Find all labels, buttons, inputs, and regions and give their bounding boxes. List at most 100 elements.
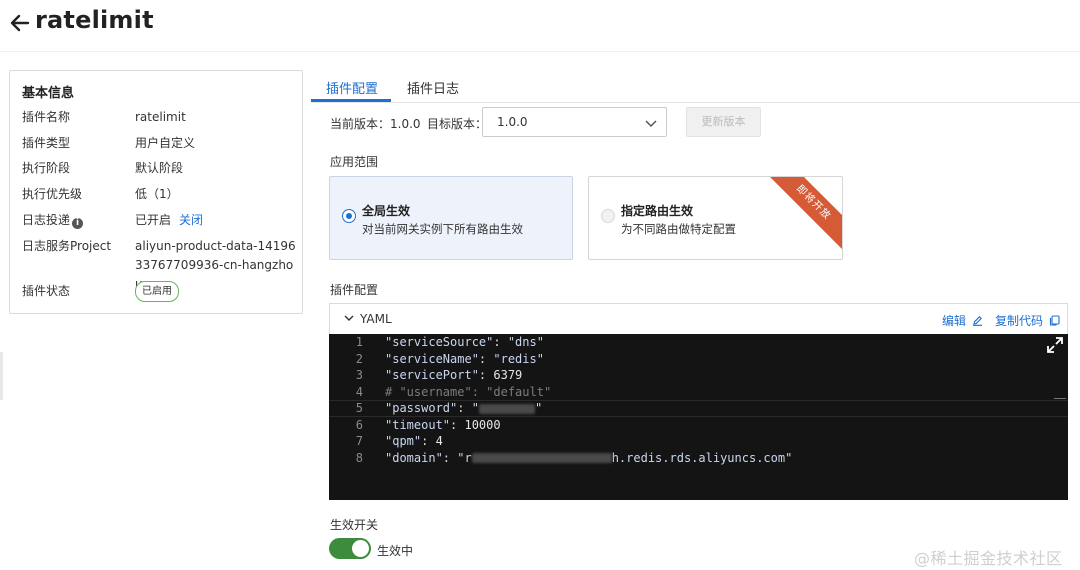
status-badge: 已启用 — [135, 281, 179, 302]
chevron-down-icon — [645, 120, 657, 128]
yaml-key: "timeout" — [385, 417, 451, 432]
line-number: 4 — [355, 384, 363, 399]
copy-icon — [1049, 315, 1060, 326]
info-label: 执行优先级 — [22, 187, 83, 201]
line-number: 7 — [355, 434, 363, 448]
code-line: 8 "domain": "r h.redis.rds.aliyuncs.com" — [329, 450, 1068, 467]
info-label-text: 日志投递 — [22, 213, 71, 227]
yaml-value: " — [471, 401, 479, 415]
line-number: 5 — [355, 401, 363, 415]
code-line: 7 "qpm": 4 — [329, 433, 1068, 450]
line-content: "serviceSource": "dns" — [385, 335, 544, 349]
scope-option-global[interactable]: 全局生效 对当前网关实例下所有路由生效 — [329, 176, 573, 260]
yaml-key: "serviceSource" — [385, 335, 494, 349]
line-content: "serviceName": "redis" — [385, 351, 544, 366]
line-number: 3 — [355, 368, 363, 382]
code-line: 5 "password": " " — [329, 400, 1068, 417]
tab-plugin-logs[interactable]: 插件日志 — [407, 78, 459, 97]
target-version-value: 1.0.0 — [497, 115, 528, 129]
code-line: 2 "serviceName": "redis" — [329, 351, 1068, 368]
tab-bar: 插件配置 插件日志 — [311, 70, 1080, 103]
code-line: 4 # "username": "default" — [329, 384, 1068, 401]
page-title: ratelimit — [35, 6, 154, 34]
info-label: 插件名称 — [22, 110, 71, 124]
yaml-value-tail: h.redis.rds.aliyuncs.com" — [611, 450, 793, 465]
line-content: "timeout": 10000 — [385, 417, 501, 432]
effect-toggle-switch[interactable] — [329, 538, 371, 559]
code-language-toggle[interactable]: YAML — [344, 312, 392, 326]
chevron-down-icon — [344, 315, 354, 321]
watermark: @稀土掘金技术社区 — [914, 549, 1063, 568]
info-value: ratelimit — [135, 110, 186, 124]
copy-label: 复制代码 — [995, 314, 1044, 328]
page-header: ratelimit — [0, 0, 1080, 52]
close-log-delivery-link[interactable]: 关闭 — [179, 213, 203, 227]
scope-option-route[interactable]: 指定路由生效 为不同路由做特定配置 即将开放 — [588, 176, 843, 260]
radio-route[interactable] — [601, 209, 615, 223]
line-number: 8 — [355, 450, 363, 465]
current-version-label: 当前版本：1.0.0 — [330, 117, 421, 131]
basic-info-title: 基本信息 — [22, 86, 75, 101]
line-number: 1 — [355, 335, 363, 349]
yaml-key: "serviceName" — [385, 351, 479, 366]
info-label: 插件状态 — [22, 284, 71, 298]
fullscreen-icon[interactable] — [1046, 336, 1064, 354]
coming-soon-ribbon: 即将开放 — [765, 177, 842, 251]
scope-option-title: 全局生效 — [362, 204, 411, 218]
back-arrow-icon[interactable] — [8, 11, 32, 35]
yaml-value: 6379 — [493, 368, 523, 382]
target-version-select[interactable]: 1.0.0 — [482, 107, 667, 137]
left-edge-handle — [0, 352, 3, 400]
scope-option-desc: 对当前网关实例下所有路由生效 — [362, 222, 523, 236]
yaml-key: "password" — [385, 401, 458, 415]
redacted-text — [471, 453, 612, 463]
line-content: "password": " " — [385, 401, 543, 415]
tab-plugin-config[interactable]: 插件配置 — [326, 78, 378, 97]
line-content: "qpm": 4 — [385, 434, 443, 448]
code-line: 3 "servicePort": 6379 — [329, 367, 1068, 384]
code-language: YAML — [360, 312, 392, 326]
yaml-key: "servicePort" — [385, 368, 479, 382]
yaml-key: "domain" — [385, 450, 443, 465]
yaml-value: "r — [457, 450, 472, 465]
code-editor[interactable]: 1 "serviceSource": "dns" 2 "serviceName"… — [329, 334, 1068, 500]
line-content: "domain": "r h.redis.rds.aliyuncs.com" — [385, 450, 793, 465]
info-label: 日志投递 i — [22, 211, 84, 229]
yaml-value: "redis" — [493, 351, 544, 366]
code-line: 6 "timeout": 10000 — [329, 417, 1068, 434]
scope-label: 应用范围 — [330, 155, 379, 169]
basic-info-card: 基本信息 插件名称 ratelimit 插件类型 用户自定义 执行阶段 默认阶段… — [9, 70, 303, 314]
info-value: 用户自定义 — [135, 136, 196, 150]
copy-code-button[interactable]: 复制代码 — [995, 312, 1060, 329]
yaml-value: 4 — [435, 434, 443, 448]
plugin-config-label: 插件配置 — [330, 283, 379, 297]
scope-option-desc: 为不同路由做特定配置 — [621, 222, 736, 236]
line-number: 6 — [355, 417, 363, 432]
pencil-icon — [972, 316, 982, 326]
code-line: 1 "serviceSource": "dns" — [329, 334, 1068, 351]
target-version-label: 目标版本： — [427, 117, 488, 131]
info-icon[interactable]: i — [72, 218, 84, 229]
info-label: 插件类型 — [22, 136, 71, 150]
line-number: 2 — [355, 351, 363, 366]
yaml-value: 10000 — [464, 417, 501, 432]
yaml-value: "dns" — [507, 335, 544, 349]
edit-label: 编辑 — [942, 314, 967, 328]
edit-button[interactable]: 编辑 — [942, 312, 983, 329]
toggle-knob — [352, 540, 369, 557]
line-content: "servicePort": 6379 — [385, 368, 523, 382]
info-value: 默认阶段 — [135, 161, 184, 175]
info-label: 日志服务Project — [22, 239, 112, 253]
toggle-state-text: 生效中 — [377, 544, 414, 558]
active-tab-indicator — [311, 99, 391, 102]
update-version-button[interactable]: 更新版本 — [686, 107, 761, 137]
radio-global[interactable] — [342, 209, 356, 223]
redacted-text — [478, 403, 535, 414]
log-delivery-status: 已开启 — [135, 213, 172, 227]
scope-option-title: 指定路由生效 — [621, 204, 694, 218]
code-panel-header: YAML 编辑 复制代码 — [329, 303, 1068, 334]
yaml-key: "qpm" — [385, 434, 422, 448]
info-value: 已开启 关闭 — [135, 211, 300, 229]
info-label: 执行阶段 — [22, 161, 71, 175]
info-value: 低（1） — [135, 187, 179, 201]
